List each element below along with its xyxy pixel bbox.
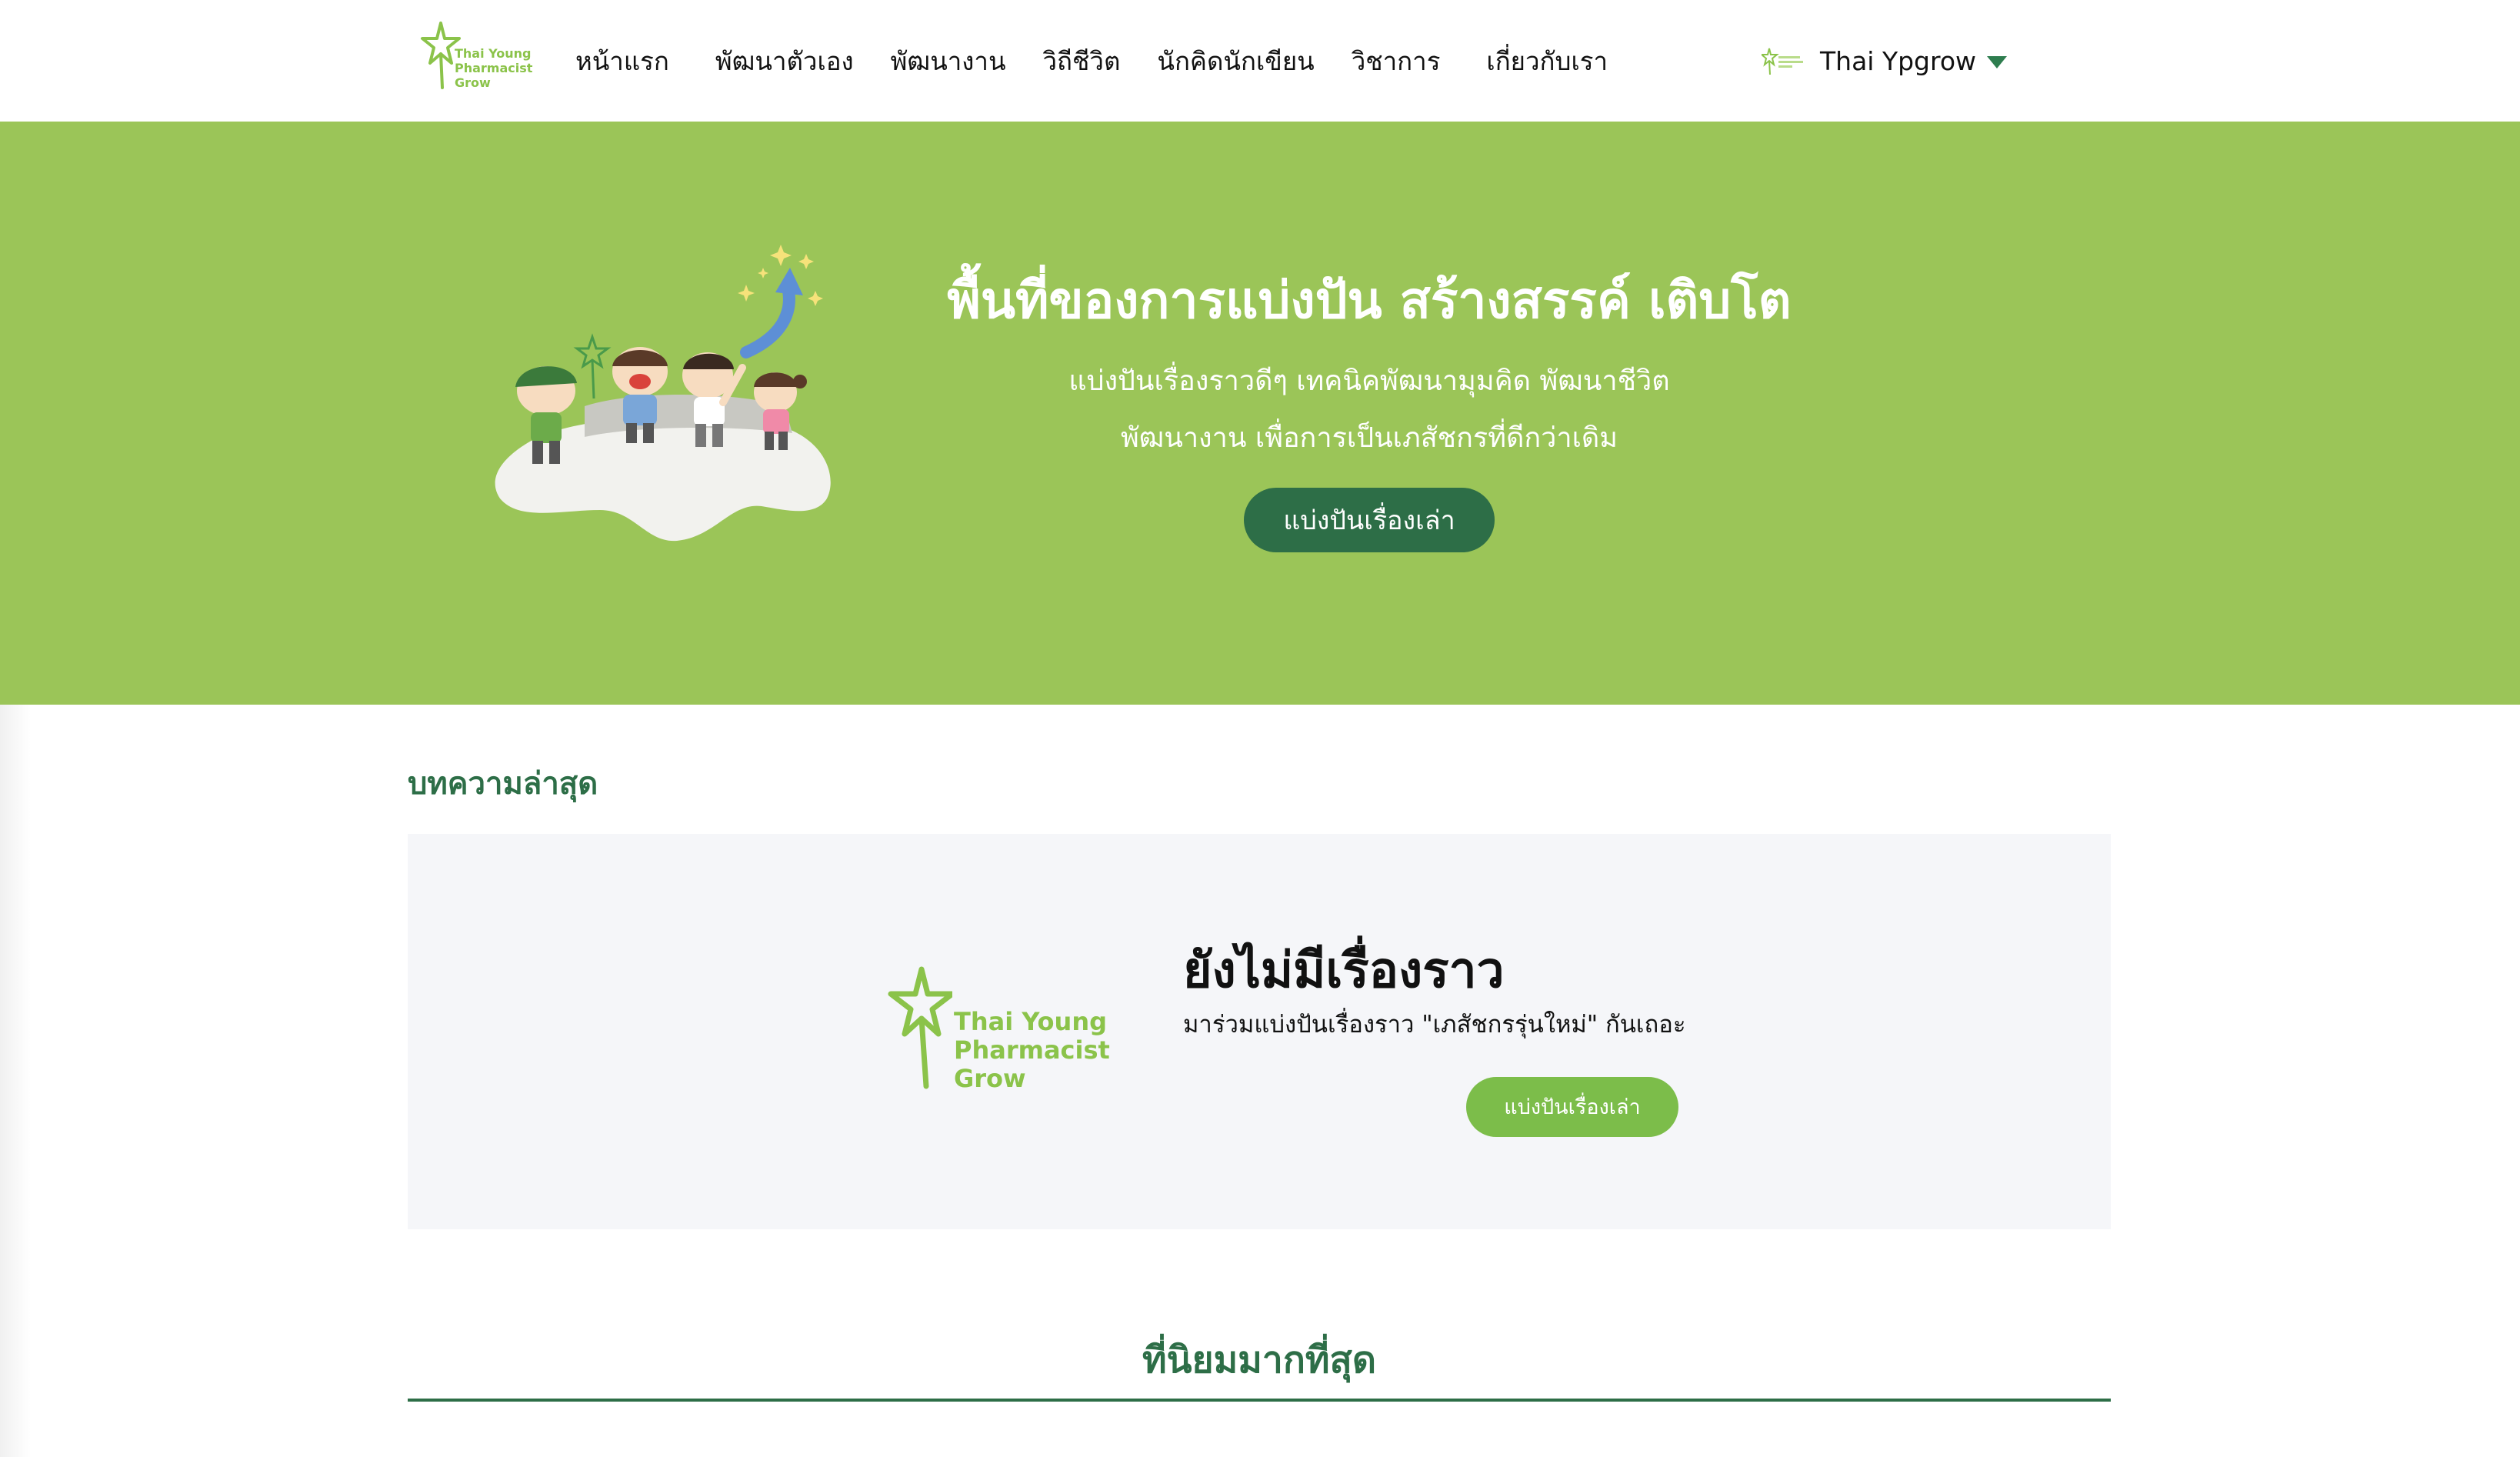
logo-text-line2: Pharmacist (954, 1035, 1110, 1065)
empty-state-description: มาร่วมแบ่งปันเรื่องราว "เภสัชกรรุ่นใหม่"… (1183, 1011, 1686, 1039)
hero-subtitle-line2: พัฒนางาน เพื่อการเป็นเภสัชกรที่ดีกว่าเดิ… (1120, 422, 1618, 454)
nav-item-academic[interactable]: วิชาการ (1352, 41, 1441, 82)
star-logo-icon (888, 966, 952, 1089)
share-story-button[interactable]: แบ่งปันเรื่องเล่า (1244, 488, 1495, 552)
nav-item-lifestyle[interactable]: วิถีชีวิต (1043, 41, 1121, 82)
hero-banner: พื้นที่ของการแบ่งปัน สร้างสรรค์ เติบโต แ… (0, 122, 2520, 705)
logo-text-line1: Thai Young (954, 1007, 1107, 1036)
hero-title: พื้นที่ของการแบ่งปัน สร้างสรรค์ เติบโต (947, 271, 1792, 330)
top-navbar: Thai Young Pharmacist Grow หน้าแรก พัฒนา… (0, 0, 2520, 122)
nav-item-self-development[interactable]: พัฒนาตัวเอง (715, 41, 854, 82)
empty-state-logo: Thai Young Pharmacist Grow (883, 962, 1110, 1093)
main-nav: หน้าแรก พัฒนาตัวเอง พัฒนางาน วิถีชีวิต น… (575, 0, 1608, 122)
nav-item-thinkers-writers[interactable]: นักคิดนักเขียน (1157, 41, 1314, 82)
user-menu[interactable]: Thai Ypgrow (1759, 0, 2008, 122)
nav-item-about-us[interactable]: เกี่ยวกับเรา (1486, 41, 1608, 82)
logo-text-line3: Grow (954, 1064, 1026, 1093)
nav-item-work-development[interactable]: พัฒนางาน (891, 41, 1006, 82)
logo-text-line2: Pharmacist (455, 61, 533, 75)
user-name: Thai Ypgrow (1820, 45, 1977, 76)
logo-text-line3: Grow (455, 75, 491, 90)
caret-down-icon (1987, 56, 2008, 68)
most-popular-heading: ที่นิยมมากที่สุด (1142, 1339, 1376, 1382)
latest-articles-heading: บทความล่าสุด (408, 766, 598, 802)
logo-text-line1: Thai Young (455, 46, 532, 61)
logo-avatar-icon (1759, 45, 1805, 76)
most-popular-divider (408, 1399, 2111, 1402)
site-logo[interactable]: Thai Young Pharmacist Grow (419, 18, 535, 92)
empty-state-share-story-button[interactable]: แบ่งปันเรื่องเล่า (1466, 1077, 1678, 1137)
empty-state-logo-text: Thai Young Pharmacist Grow (954, 1008, 1110, 1093)
nav-item-home[interactable]: หน้าแรก (575, 41, 669, 82)
logo-text: Thai Young Pharmacist Grow (455, 46, 532, 90)
hero-subtitle-line1: แบ่งปันเรื่องราวดีๆ เทคนิคพัฒนามุมคิด พั… (1068, 365, 1670, 397)
empty-state-title: ยังไม่มีเรื่องราว (1183, 942, 1505, 999)
